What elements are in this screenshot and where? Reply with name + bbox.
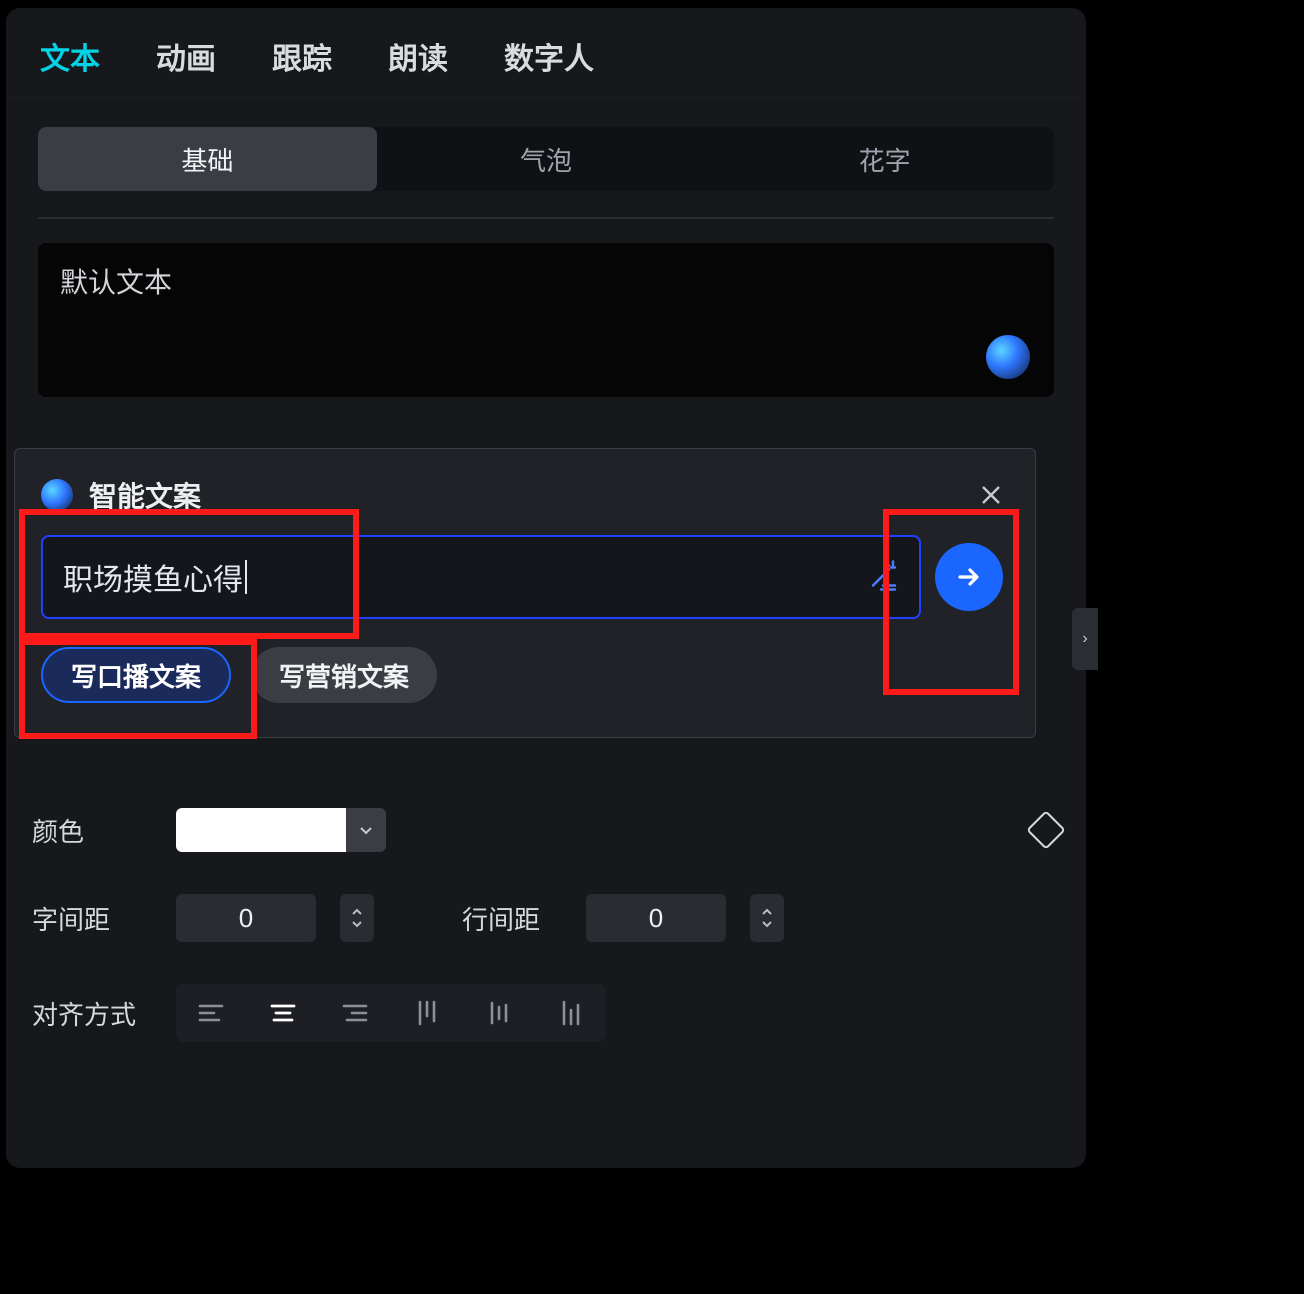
color-swatch[interactable]	[176, 808, 346, 852]
arrow-right-icon	[954, 562, 984, 592]
align-right-button[interactable]	[324, 988, 386, 1038]
line-spacing-input[interactable]: 0	[586, 894, 726, 942]
align-label: 对齐方式	[32, 995, 152, 1032]
line-spacing-stepper[interactable]	[750, 894, 784, 942]
smart-copy-title: 智能文案	[89, 475, 201, 515]
align-top-button[interactable]	[396, 988, 458, 1038]
letter-spacing-stepper[interactable]	[340, 894, 374, 942]
chevron-down-icon	[358, 822, 374, 838]
tab-text[interactable]: 文本	[40, 34, 100, 78]
align-right-icon	[341, 1001, 369, 1025]
color-row: 颜色	[32, 808, 1060, 852]
text-properties: 颜色 字间距 0 行间距 0 对齐方	[32, 808, 1060, 1084]
chevron-down-icon	[761, 920, 773, 928]
letter-spacing-label: 字间距	[32, 900, 152, 937]
ai-orb-small-icon	[41, 479, 73, 511]
divider	[38, 217, 1054, 219]
submit-button[interactable]	[935, 543, 1003, 611]
letter-spacing-input[interactable]: 0	[176, 894, 316, 942]
align-center-h-button[interactable]	[252, 988, 314, 1038]
smart-copy-header: 智能文案	[41, 475, 1009, 515]
align-left-button[interactable]	[180, 988, 242, 1038]
align-bottom-icon	[557, 999, 585, 1027]
align-center-h-icon	[269, 1001, 297, 1025]
style-tab-basic[interactable]: 基础	[38, 127, 377, 191]
align-center-v-icon	[485, 999, 513, 1027]
align-top-icon	[413, 999, 441, 1027]
align-button-group	[176, 984, 606, 1042]
color-dropdown-button[interactable]	[346, 808, 386, 852]
ai-orb-icon[interactable]	[986, 335, 1030, 379]
smart-copy-input[interactable]: 职场摸鱼心得	[41, 535, 921, 619]
close-icon	[980, 484, 1002, 506]
style-tab-bubble[interactable]: 气泡	[377, 127, 716, 191]
style-tab-bar: 基础 气泡 花字	[38, 127, 1054, 191]
align-bottom-button[interactable]	[540, 988, 602, 1038]
text-properties-panel: 文本 动画 跟踪 朗读 数字人 基础 气泡 花字 默认文本 智能文案 职场摸鱼心…	[6, 8, 1086, 1168]
smart-copy-input-row: 职场摸鱼心得	[41, 535, 1009, 619]
tab-animation[interactable]: 动画	[156, 34, 216, 78]
side-handle[interactable]: ›	[1072, 608, 1098, 670]
tab-tracking[interactable]: 跟踪	[272, 34, 332, 78]
text-content-value: 默认文本	[60, 267, 172, 298]
smart-copy-chips: 写口播文案 写营销文案	[41, 647, 1009, 703]
align-center-v-button[interactable]	[468, 988, 530, 1038]
close-button[interactable]	[973, 477, 1009, 513]
align-row: 对齐方式	[32, 984, 1060, 1042]
line-spacing-label: 行间距	[462, 900, 562, 937]
tab-digital-human[interactable]: 数字人	[504, 34, 594, 78]
text-cursor	[245, 560, 247, 594]
smart-copy-panel: 智能文案 职场摸鱼心得	[14, 448, 1036, 738]
text-content-input[interactable]: 默认文本	[38, 243, 1054, 397]
keyframe-diamond-icon[interactable]	[1026, 810, 1066, 850]
spacing-row: 字间距 0 行间距 0	[32, 894, 1060, 942]
color-label: 颜色	[32, 812, 152, 849]
chevron-up-icon	[761, 908, 773, 916]
tab-read-aloud[interactable]: 朗读	[388, 34, 448, 78]
style-tab-fancy[interactable]: 花字	[715, 127, 1054, 191]
chevron-down-icon	[351, 920, 363, 928]
top-tab-bar: 文本 动画 跟踪 朗读 数字人	[6, 8, 1086, 97]
align-left-icon	[197, 1001, 225, 1025]
magic-wand-icon[interactable]	[867, 558, 901, 597]
smart-copy-input-value: 职场摸鱼心得	[63, 555, 243, 599]
chip-marketing-copy[interactable]: 写营销文案	[251, 647, 437, 703]
chip-broadcast-copy[interactable]: 写口播文案	[41, 647, 231, 703]
chevron-up-icon	[351, 908, 363, 916]
